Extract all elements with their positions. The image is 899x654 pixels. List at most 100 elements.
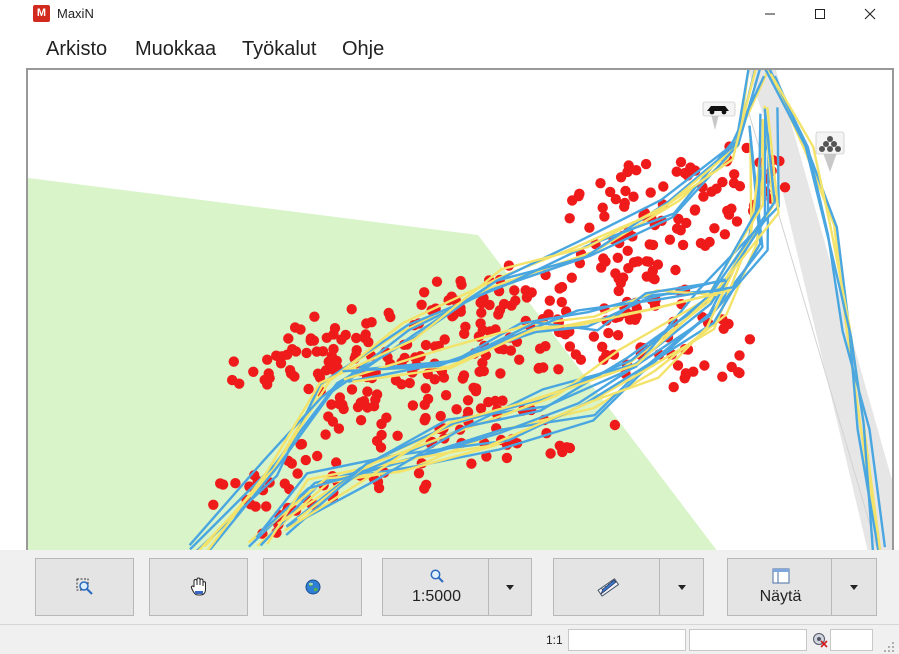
measure-combo[interactable] (553, 558, 704, 616)
tree-group-icon[interactable] (815, 131, 845, 172)
observation-point (744, 334, 756, 345)
ruler-pencil-icon (596, 578, 619, 597)
observation-point (366, 317, 377, 328)
observation-point (631, 165, 642, 176)
maxin-app-icon: M (33, 5, 50, 22)
observation-point (709, 223, 720, 234)
observation-point (355, 415, 367, 426)
observation-point (320, 429, 331, 440)
menu-tyokalut[interactable]: Työkalut (242, 38, 316, 61)
observation-point (271, 350, 282, 361)
observation-point (645, 187, 656, 198)
observation-point (431, 276, 443, 287)
observation-point (261, 501, 272, 512)
observation-point (333, 423, 345, 434)
observation-point (668, 381, 679, 393)
observation-point (573, 191, 584, 202)
observation-point (208, 499, 219, 510)
observation-point (375, 442, 387, 453)
scale-button[interactable]: 1:5000 (383, 559, 490, 615)
observation-point (723, 209, 735, 220)
observation-point (215, 478, 226, 489)
observation-point (566, 272, 577, 283)
measure-button[interactable] (554, 559, 661, 615)
pan-button[interactable] (149, 558, 248, 616)
close-button[interactable] (847, 0, 893, 28)
scale-label: 1:5000 (412, 588, 461, 605)
observation-point (328, 343, 339, 355)
observation-point (734, 367, 745, 379)
observation-point (615, 172, 627, 183)
window-title: MaxiN (57, 6, 94, 21)
maximize-button[interactable] (797, 0, 843, 28)
observation-point (658, 181, 669, 192)
observation-point (677, 239, 689, 251)
map-view[interactable] (26, 68, 894, 550)
zoom-select-button[interactable] (35, 558, 134, 616)
show-combo[interactable]: Näytä (727, 558, 877, 616)
observation-point (670, 264, 681, 276)
status-field-2 (689, 629, 807, 651)
observation-point (250, 501, 261, 512)
observation-point (679, 167, 690, 179)
observation-point (420, 339, 432, 351)
observation-point (385, 311, 396, 323)
map-canvas[interactable] (28, 70, 892, 550)
observation-point (540, 341, 551, 352)
observation-point (351, 332, 362, 344)
zoom-select-icon (76, 578, 93, 595)
observation-point (248, 366, 259, 377)
observation-point (495, 368, 506, 379)
observation-point (595, 178, 606, 189)
observation-point (731, 216, 743, 227)
observation-point (323, 411, 334, 422)
observation-point (719, 229, 731, 240)
dropdown-arrow-icon (677, 584, 686, 590)
observation-point (510, 295, 521, 306)
observation-point (779, 182, 791, 193)
observation-point (440, 390, 452, 401)
observation-point (381, 412, 392, 423)
car-icon[interactable] (702, 101, 736, 130)
menu-arkisto[interactable]: Arkisto (46, 38, 107, 61)
observation-point (309, 311, 320, 322)
observation-point (704, 236, 715, 248)
show-dropdown-button[interactable] (831, 559, 876, 615)
observation-point (477, 325, 488, 336)
observation-point (644, 239, 655, 250)
observation-point (718, 323, 729, 334)
show-button[interactable]: Näytä (728, 559, 833, 615)
menu-muokkaa[interactable]: Muokkaa (135, 38, 216, 61)
observation-point (262, 354, 273, 365)
gps-disconnected-icon[interactable] (812, 632, 828, 648)
observation-point (346, 384, 358, 395)
observation-point (643, 256, 654, 267)
globe-button[interactable] (263, 558, 362, 616)
observation-point (362, 386, 373, 397)
observation-point (422, 393, 434, 405)
minimize-button[interactable] (747, 0, 793, 28)
resize-grip-icon[interactable] (883, 641, 895, 653)
status-bar: 1:1 (0, 624, 899, 654)
observation-point (435, 410, 446, 422)
observation-point (230, 478, 241, 489)
scale-combo[interactable]: 1:5000 (382, 558, 532, 616)
observation-point (279, 478, 290, 489)
scale-dropdown-button[interactable] (488, 559, 531, 615)
menu-bar: Arkisto Muokkaa Työkalut Ohje (0, 32, 899, 68)
observation-point (493, 309, 504, 320)
observation-point (556, 296, 567, 308)
observation-point (610, 268, 621, 279)
menu-ohje[interactable]: Ohje (342, 38, 384, 61)
observation-point (679, 373, 690, 384)
hand-pan-icon (190, 577, 206, 596)
observation-point (301, 347, 312, 359)
show-label: Näytä (759, 588, 802, 605)
observation-point (612, 252, 623, 263)
observation-point (689, 205, 701, 216)
observation-point (303, 383, 314, 395)
observation-point (451, 404, 462, 415)
observation-point (334, 398, 345, 410)
observation-point (416, 299, 427, 310)
measure-dropdown-button[interactable] (659, 559, 703, 615)
